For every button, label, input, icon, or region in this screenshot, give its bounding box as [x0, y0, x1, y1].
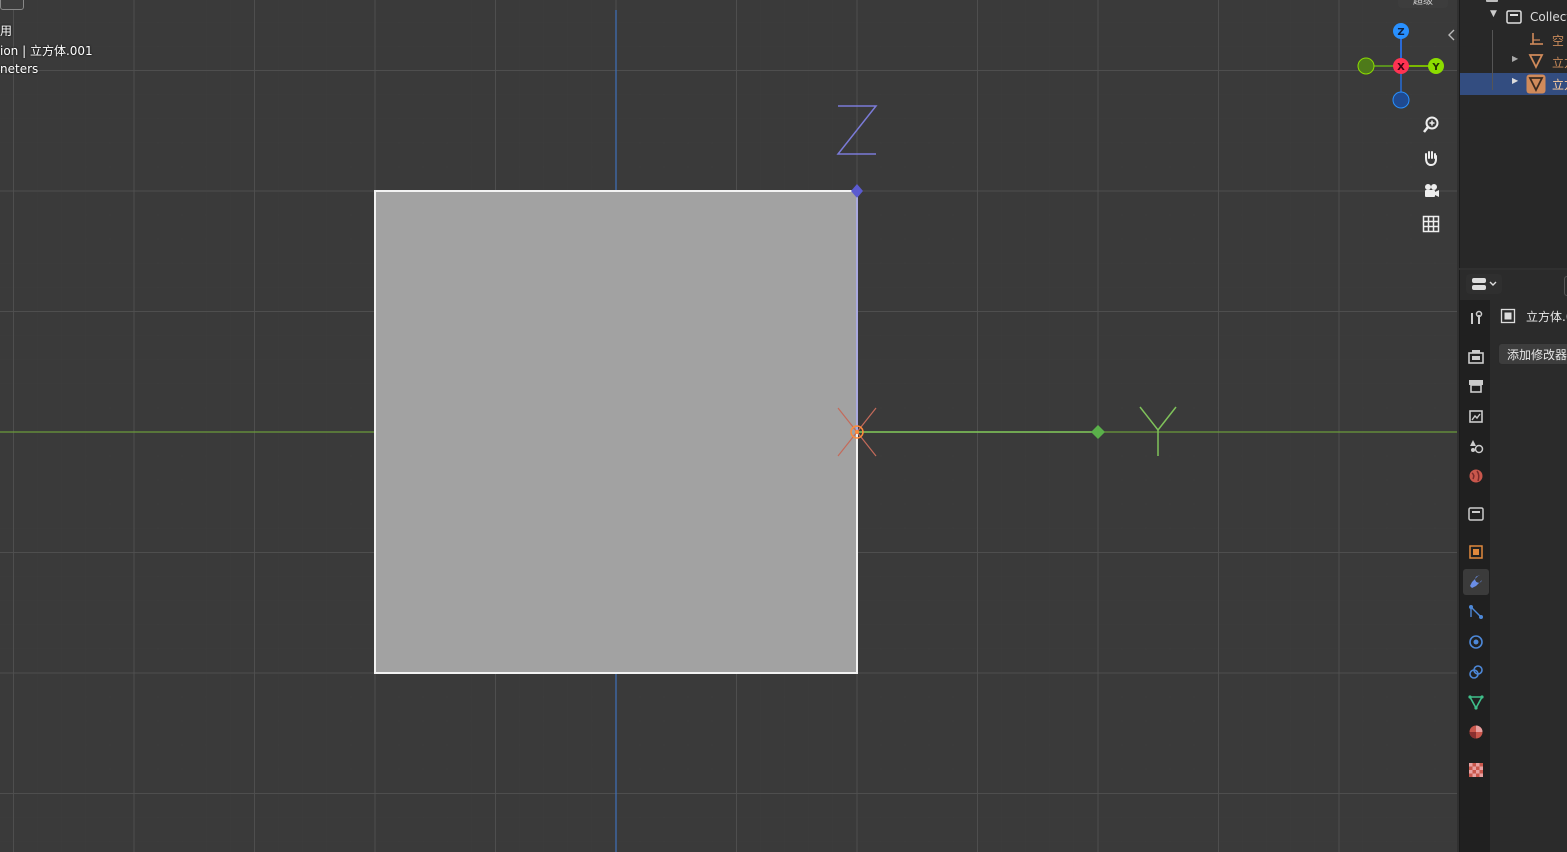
outliner-panel[interactable]: ▼ Collect 空 ▶ 立方 ▶ 立方 [1459, 0, 1567, 268]
properties-header [1460, 270, 1567, 298]
scene-collection-icon [1486, 0, 1498, 2]
empty-y-endpoint [1091, 425, 1105, 439]
empty-y-label-glyph [1139, 406, 1177, 432]
add-modifier-button[interactable]: 添加修改器 [1498, 343, 1567, 365]
sidebar-toggle-icon[interactable] [1448, 29, 1455, 41]
empty-z-label-glyph [836, 105, 878, 155]
scene-drawing: Z Y X [0, 10, 1457, 852]
collection-icon [1506, 10, 1522, 24]
selected-cube-face[interactable] [374, 190, 858, 674]
particles-icon[interactable] [1463, 599, 1489, 625]
tool-icon[interactable] [1463, 305, 1489, 331]
outliner-row-mesh[interactable]: ▶ 立方 [1460, 51, 1567, 73]
outliner-row-label: Collect [1530, 10, 1567, 24]
data-icon[interactable] [1463, 689, 1489, 715]
outliner-row-mesh-selected[interactable]: ▶ 立方 [1460, 73, 1567, 95]
mesh-triangle-icon [1528, 54, 1544, 69]
object-origin-dot [855, 430, 859, 434]
world-icon[interactable] [1463, 463, 1489, 489]
collection-icon[interactable] [1463, 501, 1489, 527]
outliner-row-label: 空 [1552, 34, 1565, 48]
editor-type-icon [1472, 278, 1497, 290]
blender-window: 用 ion | 立方体.001 neters 超级 Z Y X ▼ Collec… [0, 0, 1567, 852]
material-icon[interactable] [1463, 719, 1489, 745]
output-icon[interactable] [1463, 373, 1489, 399]
scene-icon[interactable] [1463, 433, 1489, 459]
object-data-icon [1500, 308, 1516, 324]
navigation-gizmo[interactable]: Z Y X [1357, 23, 1444, 109]
gizmo-neg-z-ball[interactable] [1392, 91, 1410, 109]
grid-icon[interactable] [1417, 210, 1445, 238]
editor-type-button[interactable] [1466, 274, 1502, 294]
hand-pan-icon[interactable] [1417, 144, 1445, 172]
physics-icon[interactable] [1463, 629, 1489, 655]
expand-arrow-icon[interactable]: ▼ [1490, 9, 1497, 19]
render-icon[interactable] [1463, 343, 1489, 369]
gizmo-neg-y-ball[interactable] [1357, 57, 1375, 75]
3d-viewport[interactable]: 用 ion | 立方体.001 neters 超级 Z Y X [0, 0, 1457, 852]
zoom-icon[interactable] [1417, 111, 1445, 139]
tree-guide-line [1492, 30, 1493, 90]
modifier-icon[interactable] [1463, 569, 1489, 595]
mesh-triangle-icon [1526, 74, 1546, 94]
gizmo-y-label: Y [1431, 62, 1440, 73]
camera-icon[interactable] [1417, 177, 1445, 205]
properties-panel[interactable]: 立方体.0 添加修改器 [1459, 270, 1567, 852]
view-layer-icon[interactable] [1463, 403, 1489, 429]
outliner-row-label: 立方 [1552, 56, 1567, 70]
outliner-row-label: 立方 [1552, 78, 1567, 92]
empty-axes-icon [1530, 33, 1543, 45]
outliner-row-empty[interactable]: 空 [1460, 29, 1567, 51]
outliner-row-collection[interactable]: ▼ Collect [1460, 7, 1567, 29]
object-name-field[interactable]: 立方体.0 [1526, 308, 1567, 325]
expand-arrow-icon[interactable]: ▶ [1512, 76, 1518, 85]
gizmo-z-label: Z [1397, 27, 1404, 38]
object-icon[interactable] [1463, 539, 1489, 565]
gizmo-x-label: X [1397, 62, 1405, 73]
expand-arrow-icon[interactable]: ▶ [1512, 54, 1518, 63]
texture-icon[interactable] [1463, 757, 1489, 783]
constraints-icon[interactable] [1463, 659, 1489, 685]
properties-tab-bar[interactable] [1460, 300, 1490, 852]
